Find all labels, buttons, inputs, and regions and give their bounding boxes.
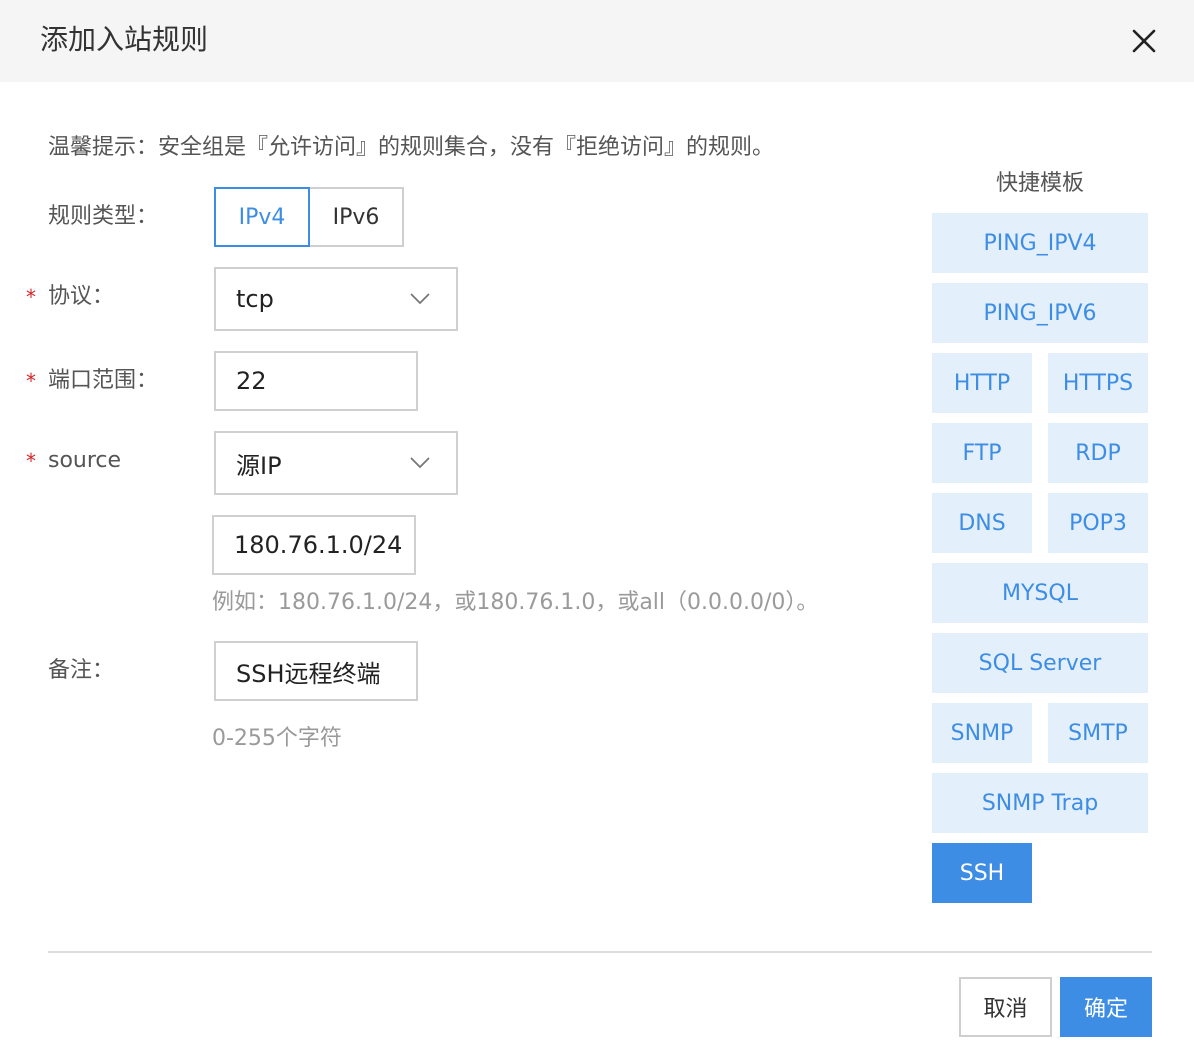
close-icon[interactable]	[1126, 23, 1162, 59]
template-http[interactable]: HTTP	[932, 353, 1032, 413]
template-https[interactable]: HTTPS	[1048, 353, 1148, 413]
cancel-button[interactable]: 取消	[959, 977, 1052, 1037]
template-dns[interactable]: DNS	[932, 493, 1032, 553]
rule-type-label: 规则类型：	[48, 204, 159, 229]
template-pop3[interactable]: POP3	[1048, 493, 1148, 553]
rule-type-ipv6-button[interactable]: IPv6	[308, 187, 404, 247]
template-ssh[interactable]: SSH	[932, 843, 1032, 903]
required-mark: *	[26, 285, 36, 309]
required-mark: *	[26, 449, 36, 473]
template-smtp[interactable]: SMTP	[1048, 703, 1148, 763]
rule-type-ipv4-button[interactable]: IPv4	[214, 187, 310, 247]
dialog-title: 添加入站规则	[40, 23, 209, 56]
source-help-text: 例如：180.76.1.0/24，或180.76.1.0，或all（0.0.0.…	[212, 590, 819, 615]
remark-label: 备注：	[48, 658, 115, 683]
chevron-down-icon	[410, 293, 430, 305]
dialog-header: 添加入站规则	[0, 0, 1194, 82]
template-rdp[interactable]: RDP	[1048, 423, 1148, 483]
remark-input[interactable]: SSH远程终端	[214, 641, 418, 701]
security-hint: 温馨提示：安全组是『允许访问』的规则集合，没有『拒绝访问』的规则。	[48, 135, 775, 160]
confirm-button[interactable]: 确定	[1060, 977, 1152, 1037]
template-ping-ipv6[interactable]: PING_IPV6	[932, 283, 1148, 343]
source-type-value: 源IP	[236, 451, 282, 480]
required-mark: *	[26, 369, 36, 393]
source-cidr-input[interactable]: 180.76.1.0/24	[212, 515, 416, 575]
template-ftp[interactable]: FTP	[932, 423, 1032, 483]
template-snmp[interactable]: SNMP	[932, 703, 1032, 763]
template-snmp-trap[interactable]: SNMP Trap	[932, 773, 1148, 833]
chevron-down-icon	[410, 457, 430, 469]
footer-divider	[48, 951, 1152, 953]
protocol-label: 协议：	[48, 284, 115, 309]
remark-help-text: 0-255个字符	[212, 726, 342, 751]
template-mysql[interactable]: MYSQL	[932, 563, 1148, 623]
source-type-select[interactable]: 源IP	[214, 431, 458, 495]
source-label: source	[48, 448, 122, 473]
port-range-input[interactable]: 22	[214, 351, 418, 411]
port-range-label: 端口范围：	[48, 368, 159, 393]
protocol-select[interactable]: tcp	[214, 267, 458, 331]
template-ping-ipv4[interactable]: PING_IPV4	[932, 213, 1148, 273]
quick-templates-title: 快捷模板	[995, 171, 1084, 196]
template-sql-server[interactable]: SQL Server	[932, 633, 1148, 693]
protocol-value: tcp	[236, 285, 274, 313]
